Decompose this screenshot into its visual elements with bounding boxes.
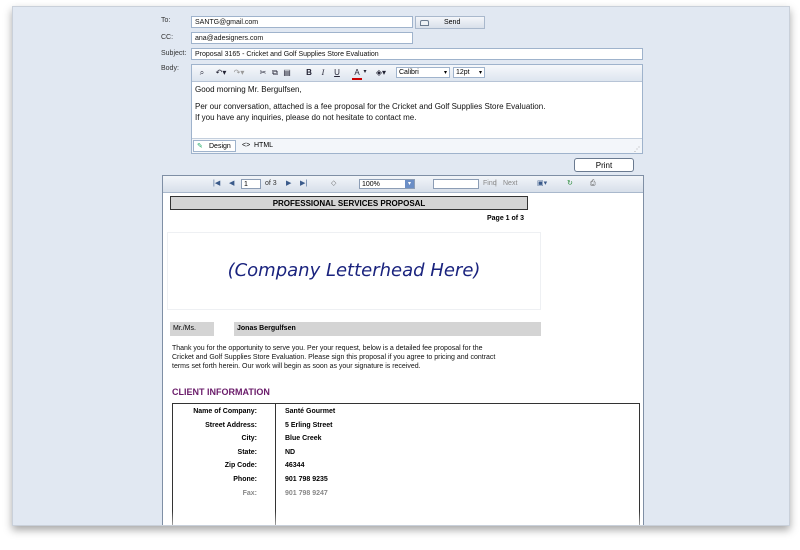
undo-icon[interactable]: ↶▾	[214, 67, 228, 78]
font-color-button[interactable]: A	[352, 67, 362, 80]
table-row: Phone: 901 798 9235	[173, 476, 639, 489]
body-line-3: If you have any inquiries, please do not…	[195, 113, 417, 122]
html-tab-label: HTML	[254, 142, 274, 149]
row-value: 46344	[285, 462, 305, 469]
row-label: Street Address:	[205, 422, 257, 429]
intro-paragraph: Thank you for the opportunity to serve y…	[172, 344, 532, 371]
prev-page-icon[interactable]: ◀	[229, 179, 234, 189]
row-value: Santé Gourmet	[285, 408, 336, 415]
cut-icon[interactable]: ✂	[258, 67, 268, 78]
salutation-label: Mr./Ms.	[170, 322, 214, 336]
italic-button[interactable]: I	[318, 67, 328, 78]
send-icon	[420, 20, 429, 26]
cc-label: CC:	[161, 34, 174, 41]
report-page: PROFESSIONAL SERVICES PROPOSAL Page 1 of…	[163, 193, 643, 525]
row-label: Zip Code:	[224, 462, 257, 469]
to-field[interactable]: SANTG@gmail.com	[191, 16, 413, 28]
zoom-select[interactable]: 100% ▾	[359, 179, 415, 189]
page-number-input[interactable]: 1	[241, 179, 261, 189]
chevron-down-icon: ▾	[478, 70, 482, 76]
copy-icon[interactable]: ⧉	[270, 67, 280, 78]
intro-line-1: Thank you for the opportunity to serve y…	[172, 345, 483, 352]
page-indicator: Page 1 of 3	[487, 215, 524, 222]
row-value: ND	[285, 449, 296, 456]
code-icon: <>	[242, 142, 251, 149]
letterhead-placeholder: (Company Letterhead Here)	[168, 233, 540, 309]
underline-button[interactable]: U	[332, 67, 342, 78]
row-value: 901 798 9247	[285, 490, 328, 497]
font-family-value: Calibri	[399, 69, 419, 76]
font-size-select[interactable]: 12pt ▾	[453, 67, 485, 78]
export-icon[interactable]: ▣▾	[537, 179, 547, 189]
subject-field[interactable]: Proposal 3165 - Cricket and Golf Supplie…	[191, 48, 643, 60]
report-title: PROFESSIONAL SERVICES PROPOSAL	[170, 196, 528, 210]
table-row: Zip Code: 46344	[173, 462, 639, 475]
page-count-label: of 3	[265, 180, 277, 187]
table-row: Street Address: 5 Erling Street	[173, 422, 639, 435]
bottom-fade	[163, 511, 643, 525]
first-page-icon[interactable]: |◀	[213, 179, 220, 189]
design-tab-label: Design	[209, 143, 231, 150]
report-viewer-toolbar: |◀ ◀ 1 of 3 ▶ ▶| ◇ 100% ▾ Find | Next ▣▾…	[163, 176, 643, 193]
editor-mode-bar: ✎ Design <> HTML ⋰	[192, 138, 642, 153]
subject-label: Subject:	[161, 50, 187, 57]
print-button[interactable]: Print	[574, 158, 634, 172]
section-title: CLIENT INFORMATION	[172, 387, 270, 397]
email-compose-window: To: SANTG@gmail.com Send CC: ana@adesign…	[12, 6, 790, 526]
cc-field[interactable]: ana@adesigners.com	[191, 32, 413, 44]
refresh-icon[interactable]: ↻	[567, 179, 573, 189]
body-line-greeting: Good morning Mr. Bergulfsen,	[195, 85, 302, 94]
html-tab[interactable]: <> HTML	[240, 140, 276, 152]
intro-line-3: terms set forth herein. Our work will be…	[172, 363, 421, 370]
print-icon[interactable]: ⎙	[590, 179, 596, 189]
zoom-value: 100%	[362, 181, 380, 188]
next-page-icon[interactable]: ▶	[286, 179, 291, 189]
send-label: Send	[444, 19, 461, 26]
letterhead-text: (Company Letterhead Here)	[227, 260, 481, 281]
font-family-select[interactable]: Calibri ▾	[396, 67, 450, 78]
row-value: 901 798 9235	[285, 476, 328, 483]
highlight-color-icon[interactable]: ◈▾	[374, 67, 388, 78]
table-row: City: Blue Creek	[173, 435, 639, 448]
back-to-parent-icon[interactable]: ◇	[331, 179, 336, 189]
find-input[interactable]	[433, 179, 479, 189]
row-value: 5 Erling Street	[285, 422, 333, 429]
font-color-dropdown-icon[interactable]: ▾	[362, 67, 368, 78]
client-info-table: Name of Company: Santé Gourmet Street Ad…	[172, 403, 640, 525]
find-replace-icon[interactable]: ⌕	[196, 67, 208, 78]
chevron-down-icon: ▾	[405, 180, 414, 188]
recipient-name: Jonas Bergulfsen	[234, 322, 541, 336]
row-label: State:	[237, 449, 257, 456]
body-label: Body:	[161, 65, 179, 72]
row-label: Fax:	[242, 490, 257, 497]
chevron-down-icon: ▾	[443, 70, 447, 76]
table-row: Name of Company: Santé Gourmet	[173, 408, 639, 421]
table-row: Fax: 901 798 9247	[173, 490, 639, 503]
font-size-value: 12pt	[456, 69, 470, 76]
editor-content[interactable]: Good morning Mr. Bergulfsen, Per our con…	[195, 84, 545, 123]
redo-icon[interactable]: ↷▾	[232, 67, 246, 78]
row-value: Blue Creek	[285, 435, 322, 442]
intro-line-2: Cricket and Golf Supplies Store Evaluati…	[172, 354, 496, 361]
report-viewer: |◀ ◀ 1 of 3 ▶ ▶| ◇ 100% ▾ Find | Next ▣▾…	[162, 175, 644, 525]
paste-icon[interactable]: ▤	[282, 67, 292, 78]
next-link[interactable]: Next	[503, 179, 517, 189]
row-label: City:	[241, 435, 257, 442]
design-tab[interactable]: ✎ Design	[193, 140, 236, 152]
row-label: Name of Company:	[193, 408, 257, 415]
body-line-2: Per our conversation, attached is a fee …	[195, 102, 546, 111]
to-label: To:	[161, 17, 171, 24]
pencil-icon: ✎	[197, 143, 203, 150]
resize-handle-icon[interactable]: ⋰	[634, 146, 640, 153]
editor-toolbar: ⌕ ↶▾ ↷▾ ✂ ⧉ ▤ B I U A ▾ ◈▾ Calibri ▾ 12p…	[192, 65, 642, 82]
rich-text-editor[interactable]: ⌕ ↶▾ ↷▾ ✂ ⧉ ▤ B I U A ▾ ◈▾ Calibri ▾ 12p…	[191, 64, 643, 154]
bold-button[interactable]: B	[304, 67, 314, 78]
row-label: Phone:	[233, 476, 257, 483]
send-button[interactable]: Send	[415, 16, 485, 29]
last-page-icon[interactable]: ▶|	[300, 179, 307, 189]
table-row: State: ND	[173, 449, 639, 462]
